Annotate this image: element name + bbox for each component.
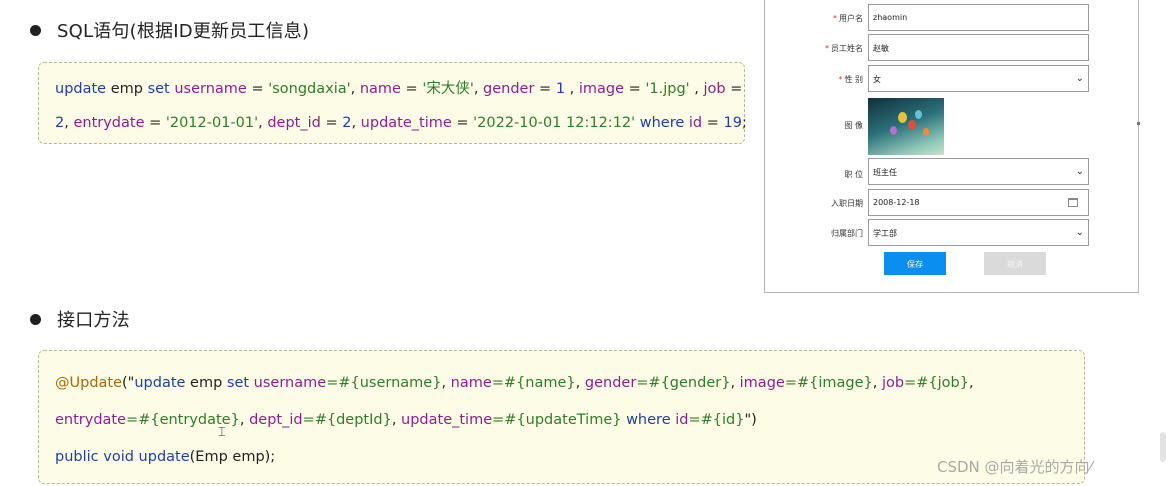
csdn-watermark: CSDN @向着光的方向⁄: [937, 458, 1093, 476]
mouse-cursor-icon: ⌶: [218, 425, 226, 440]
sql-section-title: SQL语句(根据ID更新员工信息): [57, 21, 310, 42]
balloon-shape: [915, 110, 922, 119]
chevron-down-icon: ⌄: [1075, 227, 1084, 238]
username-label: * 用户名: [833, 14, 863, 23]
balloon-shape: [923, 128, 929, 136]
dept-select[interactable]: 学工部 ⌄: [868, 219, 1089, 246]
bullet-sql: [30, 25, 41, 36]
cancel-button[interactable]: 取消: [984, 252, 1046, 275]
job-label: 职 位: [844, 170, 863, 179]
sql-line-1: update emp set username = 'songdaxia', n…: [55, 81, 743, 97]
name-input[interactable]: 赵敏: [868, 34, 1089, 61]
api-line-3: public void update(Emp emp);: [55, 449, 276, 465]
sql-keyword: update: [55, 81, 107, 97]
api-line-1: @Update("update emp set username=#{usern…: [55, 375, 974, 391]
chevron-down-icon: ⌄: [1075, 73, 1084, 84]
name-label: * 员工姓名: [825, 44, 863, 53]
image-label: 图 像: [844, 121, 863, 130]
balloon-shape: [890, 126, 897, 135]
calendar-icon[interactable]: [1068, 198, 1078, 207]
dept-label: 归属部门: [831, 229, 863, 238]
api-code-block: @Update("update emp set username=#{usern…: [38, 350, 1085, 484]
balloon-shape: [898, 112, 907, 123]
entrydate-input[interactable]: 2008-12-18: [868, 189, 1089, 216]
sql-line-2: 2, entrydate = '2012-01-01', dept_id = 2…: [55, 115, 747, 131]
bullet-api: [30, 314, 41, 325]
username-input[interactable]: zhaomin: [868, 4, 1089, 31]
save-button[interactable]: 保存: [884, 252, 946, 275]
gender-label: * 性 别: [838, 75, 863, 84]
sql-code-block: update emp set username = 'songdaxia', n…: [38, 62, 747, 144]
api-section-title: 接口方法: [57, 310, 130, 331]
edge-scroll-handle[interactable]: [1160, 432, 1166, 462]
balloon-shape: [908, 120, 916, 130]
job-select[interactable]: 班主任 ⌄: [868, 158, 1089, 185]
api-line-2: entrydate=#{entrydate}, dept_id=#{deptId…: [55, 412, 757, 428]
employee-edit-form: * 用户名 zhaomin * 员工姓名 赵敏 * 性 别 女 ⌄ 图 像 职 位 班…: [764, 0, 1139, 293]
gender-select[interactable]: 女 ⌄: [868, 65, 1089, 92]
panel-edge-marker: [1137, 122, 1140, 125]
chevron-down-icon: ⌄: [1075, 166, 1084, 177]
employee-photo[interactable]: [868, 98, 944, 155]
annotation: @Update: [55, 375, 123, 391]
entrydate-label: 入职日期: [831, 199, 863, 208]
